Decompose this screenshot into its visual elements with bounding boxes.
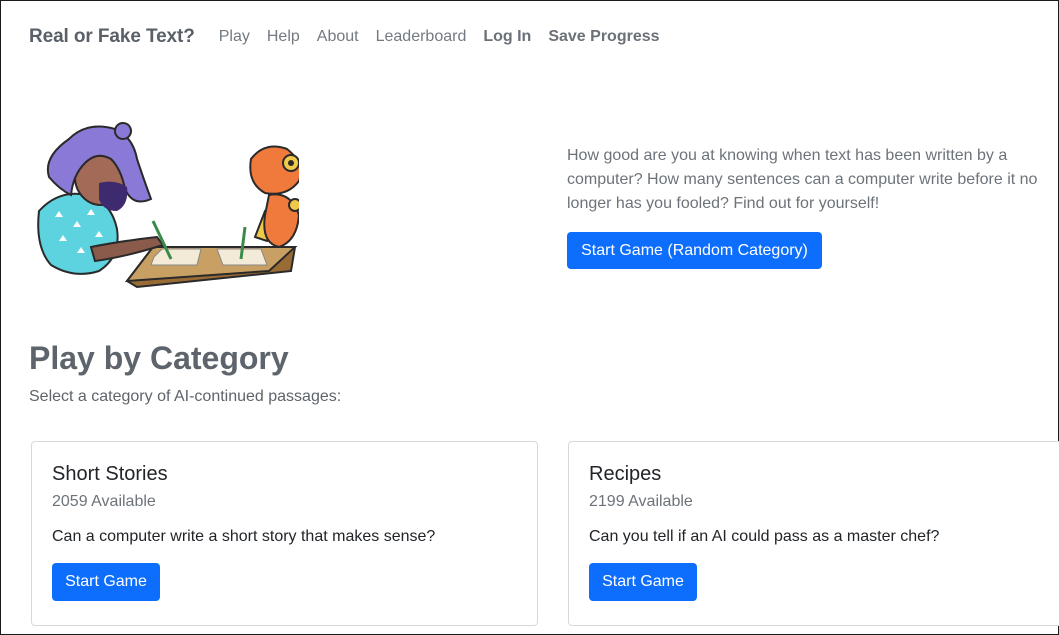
card-count: 2059 Available [52, 493, 156, 510]
card-title: Short Stories [52, 463, 168, 485]
start-random-game-button[interactable]: Start Game (Random Category) [567, 232, 822, 269]
hero-illustration [29, 119, 302, 294]
navbar: Real or Fake Text? Play Help About Leade… [1, 1, 1059, 73]
hero-description: How good are you at knowing when text ha… [567, 147, 1038, 212]
card-description: Can a computer write a short story that … [52, 528, 436, 545]
start-game-recipes-button[interactable]: Start Game [589, 563, 697, 601]
nav-save-progress[interactable]: Save Progress [548, 28, 659, 46]
nav-about[interactable]: About [317, 28, 359, 46]
card-title: Recipes [589, 463, 662, 485]
card-description: Can you tell if an AI could pass as a ma… [589, 528, 940, 545]
nav-leaderboard[interactable]: Leaderboard [376, 28, 467, 46]
nav-login[interactable]: Log In [483, 28, 531, 46]
category-card-short-stories: Short Stories 2059 Available Can a compu… [31, 441, 538, 626]
nav-help[interactable]: Help [267, 28, 300, 46]
category-card-recipes: Recipes 2199 Available Can you tell if a… [568, 441, 1059, 626]
card-count: 2199 Available [589, 493, 693, 510]
woman-robot-writing-illustration [37, 122, 302, 289]
category-section-title: Play by Category [29, 340, 289, 376]
category-section-subtitle: Select a category of AI-continued passag… [29, 388, 342, 405]
start-game-short-stories-button[interactable]: Start Game [52, 563, 160, 601]
nav-play[interactable]: Play [219, 28, 250, 46]
brand-logo[interactable]: Real or Fake Text? [29, 26, 195, 48]
